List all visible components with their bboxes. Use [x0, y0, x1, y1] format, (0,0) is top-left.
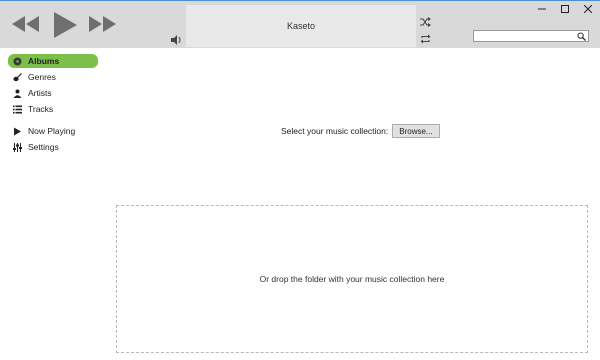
shuffle-button[interactable] [419, 16, 431, 28]
drop-zone[interactable]: Or drop the folder with your music colle… [116, 205, 588, 353]
shuffle-icon [419, 17, 431, 27]
fast-forward-icon [89, 16, 116, 32]
sidebar-item-label: Albums [28, 56, 60, 66]
sidebar-item-settings[interactable]: Settings [8, 140, 98, 154]
close-icon [584, 5, 592, 13]
play-button[interactable] [50, 10, 80, 40]
search-input[interactable] [473, 30, 589, 42]
sidebar-item-now-playing[interactable]: Now Playing [8, 124, 98, 138]
volume-icon [171, 35, 181, 45]
collection-selector: Select your music collection: Browse... [281, 124, 440, 138]
volume-button[interactable] [169, 33, 183, 47]
search-icon [577, 31, 586, 41]
now-playing-display: Kaseto [186, 5, 416, 47]
sidebar-item-artists[interactable]: Artists [8, 86, 98, 100]
maximize-button[interactable] [554, 2, 576, 16]
guitar-icon [12, 72, 22, 82]
repeat-icon [420, 34, 430, 44]
search-button[interactable] [576, 31, 587, 41]
previous-button[interactable] [10, 12, 42, 36]
drop-zone-text: Or drop the folder with your music colle… [259, 274, 445, 284]
sidebar-item-label: Genres [28, 72, 56, 82]
sidebar: Albums Genres Artists Tracks Now Playing… [0, 49, 110, 360]
player-toolbar: Kaseto [0, 0, 600, 48]
disc-icon [12, 56, 22, 66]
sidebar-item-label: Artists [28, 88, 52, 98]
sidebar-item-tracks[interactable]: Tracks [8, 102, 98, 116]
sliders-icon [12, 142, 22, 152]
person-icon [12, 88, 22, 98]
rewind-icon [12, 16, 39, 32]
sidebar-item-label: Tracks [28, 104, 54, 114]
sidebar-item-genres[interactable]: Genres [8, 70, 98, 84]
list-icon [12, 104, 22, 114]
sidebar-item-label: Settings [28, 142, 59, 152]
minimize-button[interactable] [531, 2, 553, 16]
close-button[interactable] [577, 2, 599, 16]
sidebar-item-albums[interactable]: Albums [8, 54, 98, 68]
maximize-icon [561, 5, 569, 13]
play-arrow-icon [12, 126, 22, 136]
repeat-button[interactable] [419, 33, 431, 45]
next-button[interactable] [86, 12, 118, 36]
sidebar-item-label: Now Playing [28, 126, 76, 136]
play-icon [54, 12, 77, 38]
browse-button[interactable]: Browse... [392, 124, 440, 138]
minimize-icon [538, 8, 546, 10]
now-playing-title: Kaseto [286, 21, 316, 31]
collection-label: Select your music collection: [281, 126, 389, 136]
